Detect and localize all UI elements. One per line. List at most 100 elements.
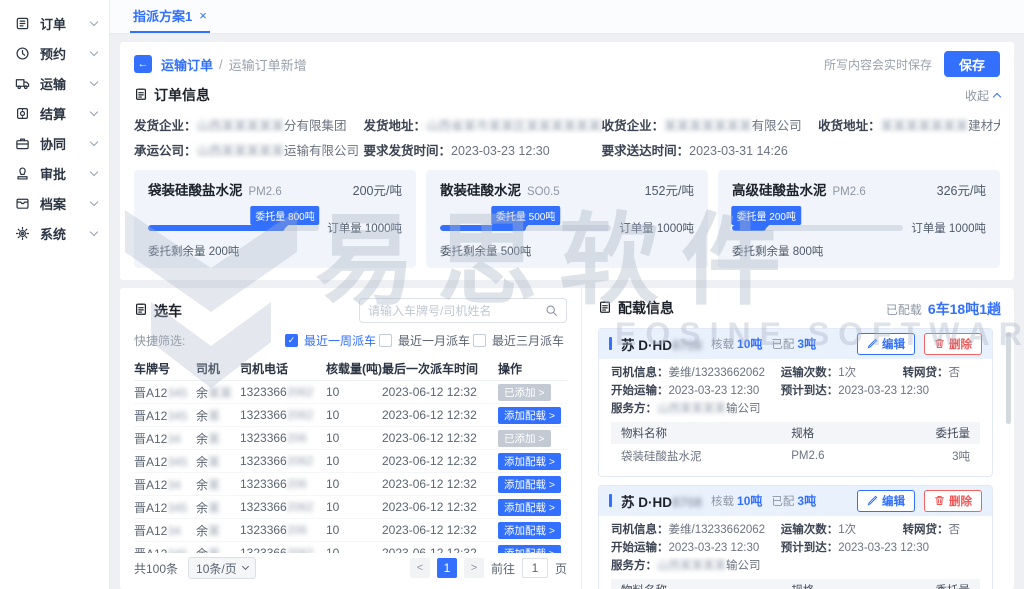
card-field: 服务方：山西某某某某输公司 — [611, 400, 980, 418]
scrollbar-thumb[interactable] — [1006, 332, 1011, 424]
info-field: 承运公司：山西某某某某某运输有限公司 — [134, 140, 363, 159]
edit-button[interactable]: 编辑 — [857, 490, 915, 512]
sidebar-menu: 订单 预约 运输 结算 协同 审批 档案 系统 — [0, 8, 109, 248]
column-header: 司机 — [196, 360, 240, 377]
driver-cell: 余某 — [196, 545, 240, 554]
close-icon[interactable]: × — [199, 8, 207, 23]
load-info-panel: 配载信息 已配载 6车18吨1趟 苏 D·HD8708 核载10吨 已配3吨 编… — [582, 288, 1014, 589]
sidebar-item-settle[interactable]: 结算 — [0, 98, 109, 128]
product-price: 152元/吨 — [645, 180, 694, 199]
filter-label: 最近三月派车 — [492, 332, 564, 349]
quick-filter-label: 快捷筛选: — [134, 332, 285, 349]
field-label: 发货企业： — [134, 119, 197, 133]
search-input[interactable] — [368, 304, 545, 318]
field-label: 运输次数： — [781, 524, 839, 536]
already-added-button[interactable]: 已添加 > — [498, 384, 551, 401]
filter-checkbox[interactable]: 最近三月派车 — [473, 332, 567, 349]
tab-assign-plan[interactable]: 指派方案1 × — [130, 0, 210, 33]
sidebar-item-clock[interactable]: 预约 — [0, 38, 109, 68]
chevron-down-icon — [90, 17, 98, 25]
product-name: 高级硅酸盐水泥 — [732, 179, 827, 199]
table-row: 晋A1234 余某 1323366206 10 2023-06-12 12:32… — [134, 519, 567, 542]
field-label: 司机信息： — [611, 367, 669, 379]
field-label: 承运公司： — [134, 144, 197, 158]
field-value: 2023-03-23 12:30 — [838, 542, 929, 554]
checkbox-icon — [285, 334, 298, 347]
field-label: 开始运输： — [611, 385, 669, 397]
delete-button[interactable]: 删除 — [924, 333, 982, 355]
plate-cell: 晋A12345 — [134, 545, 196, 554]
load-cell: 10 — [326, 546, 382, 553]
field-value: 运输有限公司 — [284, 144, 359, 158]
already-added-button[interactable]: 已添加 > — [498, 430, 551, 447]
sidebar-item-order[interactable]: 订单 — [0, 8, 109, 38]
product-cards: 袋装硅酸盐水泥 PM2.6 200元/吨 委托量 800吨 订单量 1000吨 … — [134, 170, 1000, 268]
load-card-list: 苏 D·HD8708 核载10吨 已配3吨 编辑 删除 司机信息：姜维/1323… — [598, 328, 1001, 589]
trash-icon — [934, 338, 945, 349]
material-table-header: 物料名称规格委托量 — [611, 422, 980, 444]
sidebar-item-collab[interactable]: 协同 — [0, 128, 109, 158]
checkbox-icon — [379, 334, 392, 347]
progress-fill — [440, 225, 526, 231]
progress-track — [732, 225, 903, 231]
sidebar-item-truck[interactable]: 运输 — [0, 68, 109, 98]
phone-cell: 13233662062 — [240, 408, 326, 422]
info-field: 要求送达时间：2023-03-31 14:26 — [602, 140, 819, 159]
material-column-header: 委托量 — [910, 425, 970, 441]
field-label: 收货企业： — [602, 119, 665, 133]
collapse-toggle[interactable]: 收起 — [965, 87, 1000, 104]
add-load-button[interactable]: 添加配载 > — [498, 545, 561, 554]
add-load-button[interactable]: 添加配载 > — [498, 453, 561, 470]
plate-cell: 晋A12345 — [134, 453, 196, 470]
add-load-button[interactable]: 添加配载 > — [498, 522, 561, 539]
app-window: 订单 预约 运输 结算 协同 审批 档案 系统 指派方案1 × — [0, 0, 1024, 589]
filter-checkbox[interactable]: 最近一周派车 — [285, 332, 379, 349]
current-page-button[interactable]: 1 — [437, 558, 457, 578]
phone-cell: 1323366206 — [240, 477, 326, 491]
field-value: 否 — [949, 524, 961, 536]
sidebar-item-approve[interactable]: 审批 — [0, 158, 109, 188]
next-page-button[interactable]: > — [464, 558, 484, 578]
field-label: 转网贷： — [903, 524, 949, 536]
breadcrumb-parent[interactable]: 运输订单 — [161, 55, 213, 74]
table-row: 晋A12345 余某某 13233662062 10 2023-06-12 12… — [134, 381, 567, 404]
page-content: ← 运输订单 / 运输订单新增 所写内容会实时保存 保存 订单信息 收 — [110, 34, 1024, 589]
add-load-button[interactable]: 添加配载 > — [498, 407, 561, 424]
consigned-tooltip: 委托量 800吨 — [250, 206, 319, 225]
add-load-button[interactable]: 添加配载 > — [498, 476, 561, 493]
breadcrumb-separator: / — [219, 57, 223, 72]
page-size-select[interactable]: 10条/页 — [188, 557, 256, 579]
operation-cell: 添加配载 > — [498, 522, 567, 539]
load-card-header: 苏 D·HD8708 核载10吨 已配3吨 编辑 删除 — [599, 329, 992, 359]
trash-icon — [934, 495, 945, 506]
delete-button[interactable]: 删除 — [924, 490, 982, 512]
phone-cell: 13233662062 — [240, 500, 326, 514]
driver-cell: 余某 — [196, 476, 240, 493]
product-price: 200元/吨 — [353, 180, 402, 199]
filter-checkbox[interactable]: 最近一月派车 — [379, 332, 473, 349]
field-label: 发货地址： — [363, 119, 426, 133]
pencil-icon — [867, 338, 878, 349]
prev-page-button[interactable]: < — [410, 558, 430, 578]
field-value: 输公司 — [726, 403, 761, 415]
field-label: 服务方： — [611, 403, 657, 415]
goto-label: 前往 — [491, 560, 515, 577]
table-row: 晋A12345 余某 13233662062 10 2023-06-12 12:… — [134, 404, 567, 427]
sidebar-item-archive[interactable]: 档案 — [0, 188, 109, 218]
save-button[interactable]: 保存 — [944, 51, 1000, 77]
goto-page-input[interactable] — [522, 558, 548, 578]
tooltip-arrow — [282, 225, 288, 228]
tab-bar: 指派方案1 × — [110, 0, 1024, 34]
phone-cell: 13233662062 — [240, 385, 326, 399]
add-load-button[interactable]: 添加配载 > — [498, 499, 561, 516]
truck-icon — [15, 75, 31, 91]
order-quantity: 订单量 1000吨 — [327, 220, 402, 236]
order-info-card: ← 运输订单 / 运输订单新增 所写内容会实时保存 保存 订单信息 收 — [120, 42, 1014, 280]
sidebar-item-system[interactable]: 系统 — [0, 218, 109, 248]
info-field: 发货地址：山西省某市某某区某某某某某某某某某 — [363, 115, 601, 134]
load-card: 苏 D·HD8708 核载10吨 已配3吨 编辑 删除 司机信息：姜维/1323… — [598, 328, 993, 477]
product-price: 326元/吨 — [937, 180, 986, 199]
dispatch-time-cell: 2023-06-12 12:32 — [382, 523, 498, 537]
back-button[interactable]: ← — [134, 55, 152, 73]
edit-button[interactable]: 编辑 — [857, 333, 915, 355]
